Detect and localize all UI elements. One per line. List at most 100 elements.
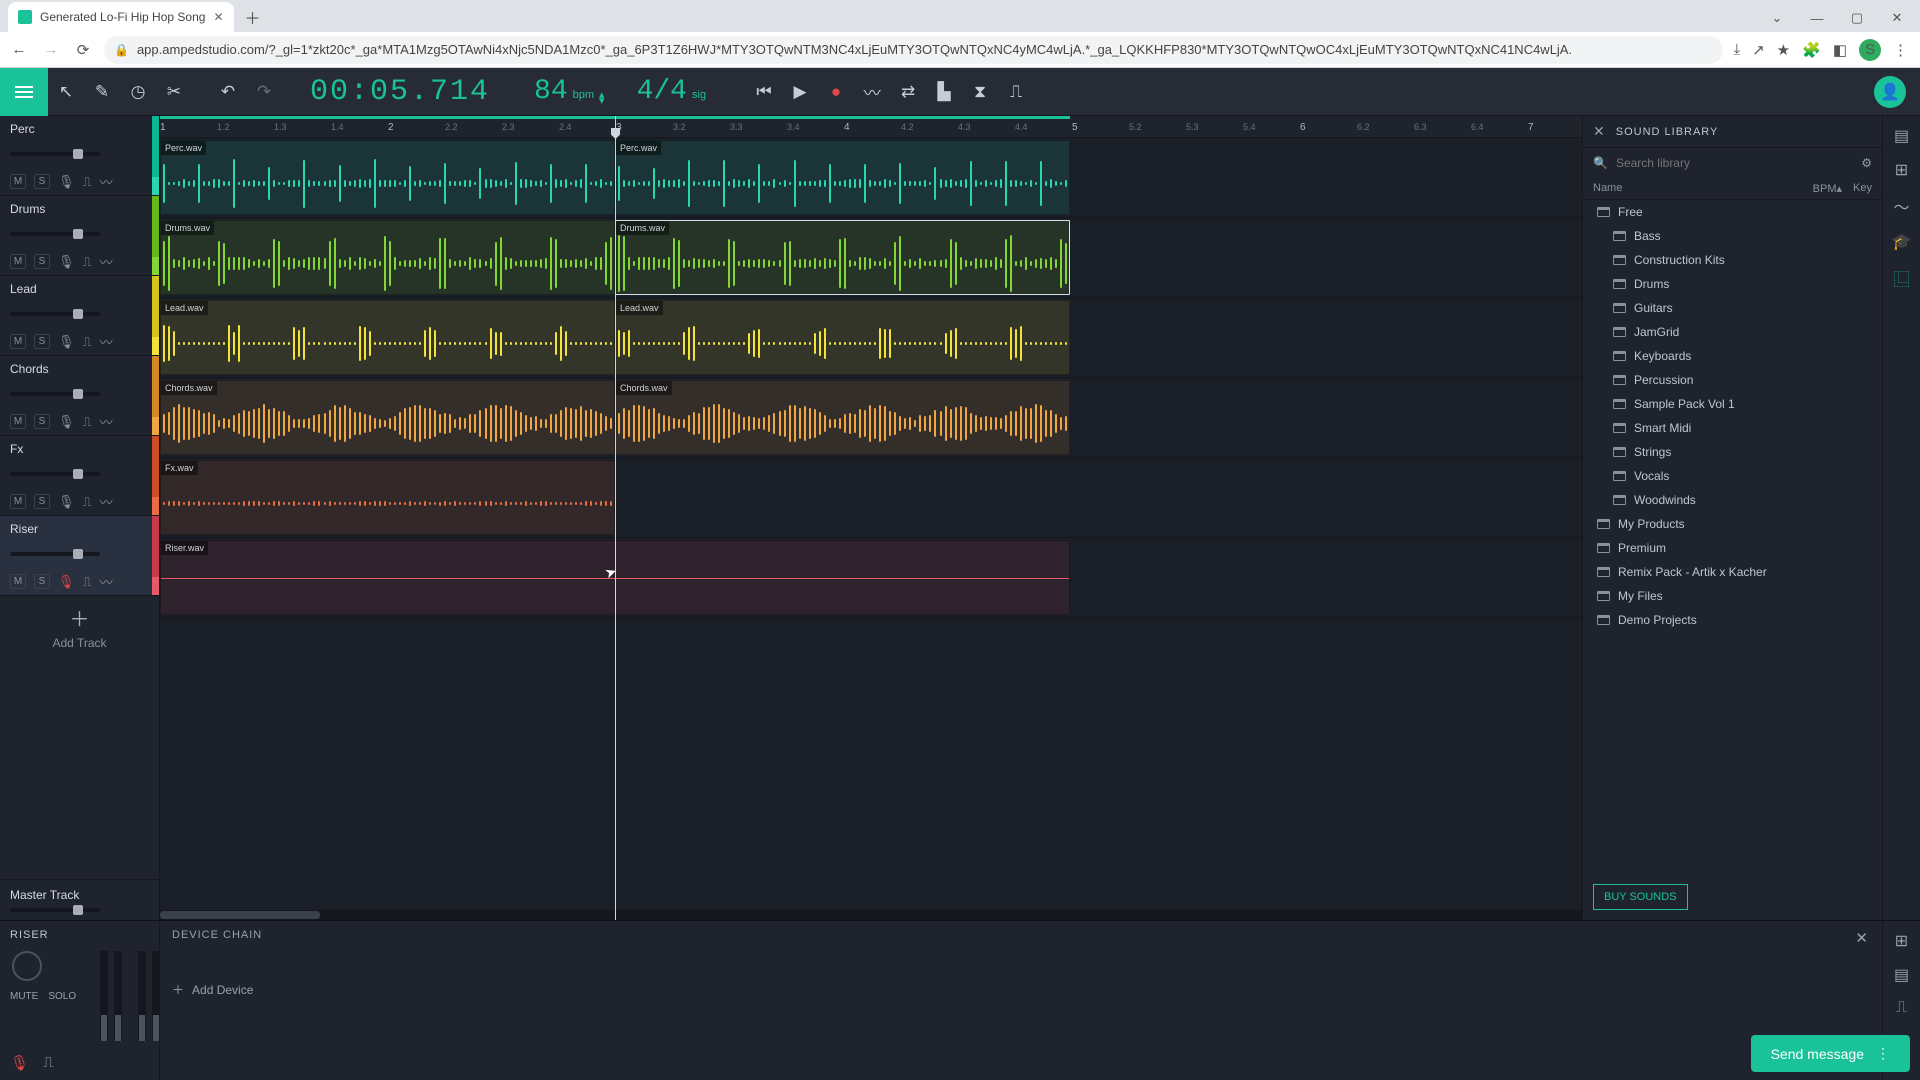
new-tab-button[interactable]: ＋: [240, 4, 266, 30]
clip-row[interactable]: Drums.wavDrums.wav: [160, 218, 1582, 298]
audio-clip[interactable]: Perc.wav: [160, 140, 615, 215]
devrail-c-icon[interactable]: ⎍: [1896, 999, 1907, 1017]
library-folder[interactable]: Strings: [1583, 440, 1882, 464]
rail-learn-icon[interactable]: 🎓: [1892, 232, 1912, 252]
col-name[interactable]: Name: [1593, 182, 1802, 195]
record-arm-icon[interactable]: 🎙: [10, 1054, 29, 1072]
send-message-button[interactable]: Send message: [1751, 1035, 1910, 1072]
record-arm-icon[interactable]: 🎙: [58, 574, 75, 590]
bpm-display[interactable]: 84 bpm ▴▾: [518, 76, 621, 107]
device-solo-button[interactable]: SOLO: [48, 991, 76, 1002]
volume-slider[interactable]: [10, 312, 100, 316]
bpm-stepper-icon[interactable]: ▴▾: [599, 92, 605, 104]
add-device-button[interactable]: ＋ Add Device: [172, 981, 1870, 998]
skip-start-icon[interactable]: ⏮: [746, 68, 782, 116]
audio-clip[interactable]: Chords.wav: [615, 380, 1070, 455]
track-fx-icon[interactable]: ⎍: [83, 334, 92, 350]
menu-icon[interactable]: ⋮: [1893, 41, 1908, 59]
install-icon[interactable]: ⤓: [1733, 41, 1740, 58]
automation-icon[interactable]: 〰: [854, 68, 890, 116]
solo-button[interactable]: S: [34, 574, 50, 589]
solo-button[interactable]: S: [34, 254, 50, 269]
library-search-input[interactable]: [1616, 156, 1853, 170]
rail-browse-icon[interactable]: ▤: [1894, 126, 1909, 146]
automation-icon[interactable]: 〰: [100, 492, 113, 511]
clip-row[interactable]: Lead.wavLead.wav: [160, 298, 1582, 378]
clip-row[interactable]: Perc.wavPerc.wav: [160, 138, 1582, 218]
library-folder[interactable]: Smart Midi: [1583, 416, 1882, 440]
mixer-icon[interactable]: ⎍: [998, 68, 1034, 116]
mute-button[interactable]: M: [10, 574, 26, 589]
piano-roll-icon[interactable]: ⎍: [43, 1054, 54, 1072]
automation-icon[interactable]: 〰: [100, 252, 113, 271]
rail-ai-icon[interactable]: ⿺: [1893, 266, 1909, 290]
master-volume-slider[interactable]: [10, 908, 100, 912]
timeline-area[interactable]: 11.21.31.422.22.32.433.23.33.444.24.34.4…: [160, 116, 1582, 920]
library-folder[interactable]: My Files: [1583, 584, 1882, 608]
add-track-button[interactable]: ＋Add Track: [0, 596, 159, 656]
rail-grid-icon[interactable]: ⊞: [1895, 160, 1908, 180]
library-folder[interactable]: Premium: [1583, 536, 1882, 560]
mute-button[interactable]: M: [10, 494, 26, 509]
audio-clip[interactable]: Lead.wav: [160, 300, 615, 375]
side-panel-icon[interactable]: ◧: [1833, 41, 1847, 59]
device-mute-button[interactable]: MUTE: [10, 991, 38, 1002]
horizontal-scrollbar[interactable]: [160, 910, 1582, 920]
back-icon[interactable]: ←: [8, 39, 30, 61]
track-fx-icon[interactable]: ⎍: [83, 494, 92, 510]
timeline-ruler[interactable]: 11.21.31.422.22.32.433.23.33.444.24.34.4…: [160, 116, 1582, 138]
volume-slider[interactable]: [10, 472, 100, 476]
share-icon[interactable]: ↗: [1752, 41, 1765, 59]
mute-button[interactable]: M: [10, 254, 26, 269]
pointer-tool-icon[interactable]: ↖: [48, 68, 84, 116]
maximize-icon[interactable]: ▢: [1838, 4, 1876, 32]
audio-clip[interactable]: Lead.wav: [615, 300, 1070, 375]
library-folder[interactable]: My Products: [1583, 512, 1882, 536]
library-folder[interactable]: Guitars: [1583, 296, 1882, 320]
track-header[interactable]: Fx M S 🎙 ⎍ 〰: [0, 436, 159, 516]
profile-avatar[interactable]: S: [1859, 39, 1881, 61]
library-folder[interactable]: Bass: [1583, 224, 1882, 248]
metronome-icon[interactable]: ▙: [926, 68, 962, 116]
master-track[interactable]: Master Track: [0, 879, 159, 920]
play-icon[interactable]: ▶: [782, 68, 818, 116]
undo-icon[interactable]: ↶: [210, 68, 246, 116]
clip-row[interactable]: Fx.wav: [160, 458, 1582, 538]
volume-slider[interactable]: [10, 392, 100, 396]
devrail-a-icon[interactable]: ⊞: [1895, 931, 1908, 951]
mute-button[interactable]: M: [10, 174, 26, 189]
audio-clip[interactable]: Fx.wav: [160, 460, 615, 535]
track-header[interactable]: Drums M S 🎙 ⎍ 〰: [0, 196, 159, 276]
time-display[interactable]: 00:05.714: [282, 75, 518, 109]
reload-icon[interactable]: ⟳: [72, 39, 94, 61]
track-fx-icon[interactable]: ⎍: [83, 254, 92, 270]
track-header[interactable]: Chords M S 🎙 ⎍ 〰: [0, 356, 159, 436]
extensions-icon[interactable]: 🧩: [1802, 41, 1821, 59]
rail-chord-icon[interactable]: 〜: [1893, 194, 1909, 218]
library-folder[interactable]: Sample Pack Vol 1: [1583, 392, 1882, 416]
devrail-b-icon[interactable]: ▤: [1894, 965, 1909, 985]
volume-slider[interactable]: [10, 552, 100, 556]
library-folder[interactable]: Remix Pack - Artik x Kacher: [1583, 560, 1882, 584]
mute-button[interactable]: M: [10, 334, 26, 349]
timesig-display[interactable]: 4/4 sig: [621, 76, 722, 107]
user-profile-icon[interactable]: 👤: [1874, 76, 1906, 108]
time-tool-icon[interactable]: ◷: [120, 68, 156, 116]
automation-icon[interactable]: 〰: [100, 332, 113, 351]
library-folder[interactable]: Construction Kits: [1583, 248, 1882, 272]
track-header[interactable]: Riser M S 🎙 ⎍ 〰: [0, 516, 159, 596]
volume-slider[interactable]: [10, 152, 100, 156]
close-library-icon[interactable]: ✕: [1593, 123, 1606, 140]
library-folder[interactable]: Drums: [1583, 272, 1882, 296]
forward-icon[interactable]: →: [40, 39, 62, 61]
track-fx-icon[interactable]: ⎍: [83, 174, 92, 190]
chevron-down-icon[interactable]: ⌄: [1758, 4, 1796, 32]
track-header[interactable]: Perc M S 🎙 ⎍ 〰: [0, 116, 159, 196]
close-window-icon[interactable]: ✕: [1878, 4, 1916, 32]
countdown-icon[interactable]: ⧗: [962, 68, 998, 116]
filter-icon[interactable]: ⚙: [1861, 156, 1872, 170]
record-arm-icon[interactable]: 🎙: [58, 494, 75, 510]
audio-clip[interactable]: Drums.wav: [615, 220, 1070, 295]
record-icon[interactable]: ●: [818, 68, 854, 116]
library-folder[interactable]: Vocals: [1583, 464, 1882, 488]
